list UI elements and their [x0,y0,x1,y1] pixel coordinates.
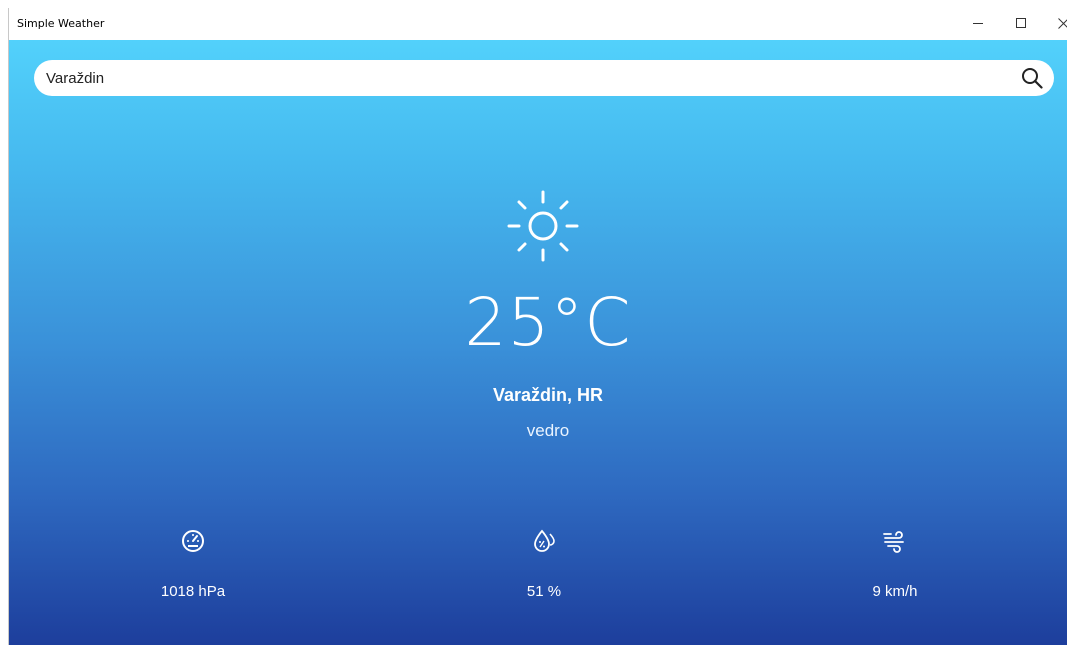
minimize-button[interactable] [955,8,1001,38]
app-window: Simple Weather Varaždin 25°C Varaždin, H… [8,8,1067,645]
maximize-icon [1016,18,1026,28]
search-bar [34,60,1054,96]
app-title: Simple Weather [17,17,105,30]
humidity-drop-icon [534,529,555,552]
close-button[interactable] [1040,8,1067,38]
search-icon [1022,68,1043,89]
pressure-stat: 1018 hPa [113,528,273,600]
wind-icon [883,531,904,553]
location-name: Varaždin, HR [492,385,604,405]
wind-stat: 9 km/h [815,528,975,600]
search-button[interactable] [1018,64,1046,92]
temperature: 25°C [464,284,632,361]
close-icon [1057,17,1067,29]
search-input[interactable] [46,60,1006,96]
pressure-gauge-icon [182,530,204,552]
pressure-value: 1018 hPa [160,583,226,600]
sun-icon [507,190,579,262]
wind-value: 9 km/h [872,583,918,600]
humidity-value: 51 % [526,583,562,600]
maximize-button[interactable] [998,8,1044,38]
title-bar[interactable]: Simple Weather [9,8,1067,40]
weather-description: vedro [526,421,570,440]
weather-panel: 25°C Varaždin, HR vedro 1018 hPa 51 [9,40,1067,645]
humidity-stat: 51 % [464,528,624,600]
minimize-icon [973,22,983,24]
